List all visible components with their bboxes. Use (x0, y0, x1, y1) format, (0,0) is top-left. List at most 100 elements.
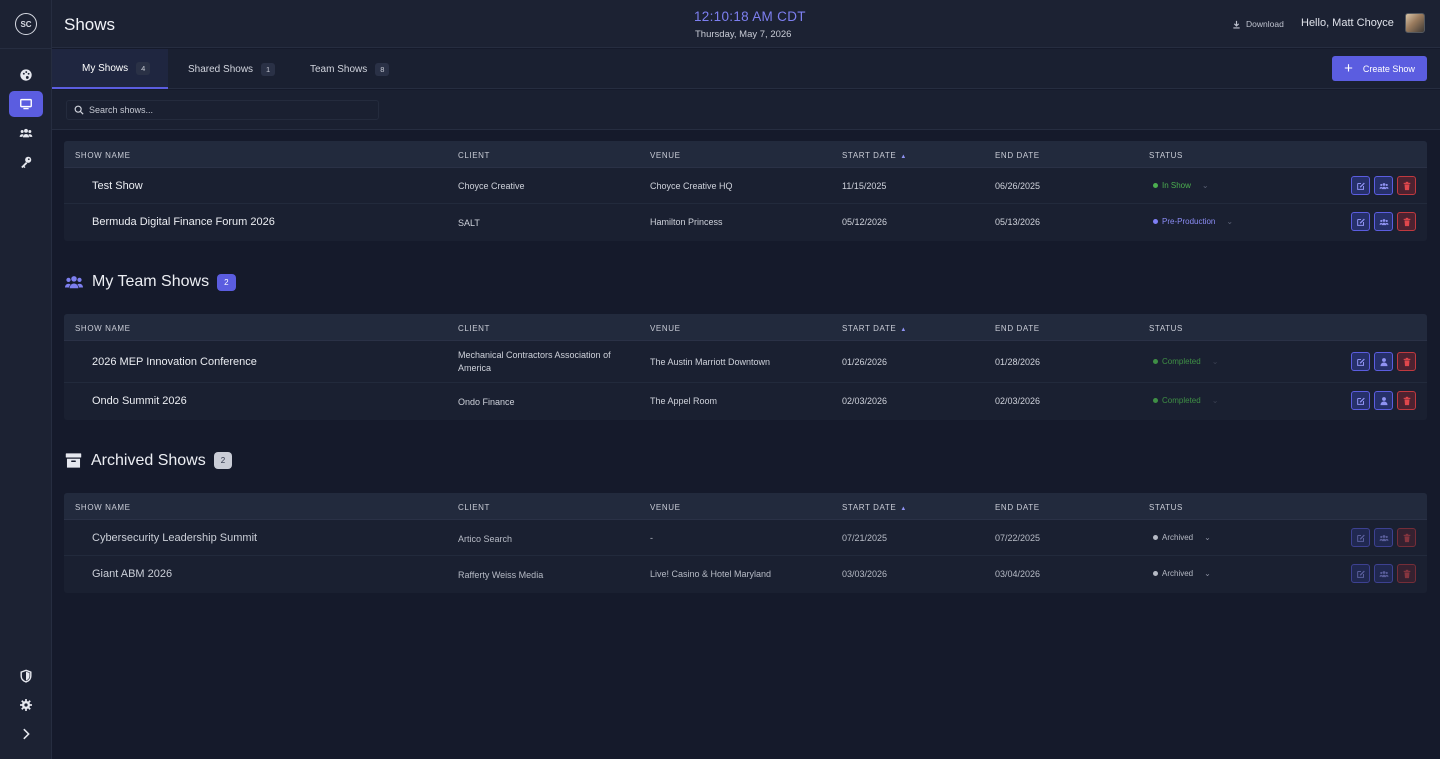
sidebar-item-shows[interactable] (9, 91, 43, 117)
tab-label: My Shows (82, 62, 129, 74)
col-venue[interactable]: VENUE (650, 324, 681, 333)
edit-button[interactable] (1351, 176, 1370, 195)
avatar[interactable] (1405, 13, 1425, 33)
sidebar-item-settings[interactable] (9, 692, 43, 718)
logo-text: SC (20, 19, 32, 29)
table-row[interactable]: Bermuda Digital Finance Forum 2026 SALT … (64, 204, 1427, 240)
edit-button[interactable] (1351, 391, 1370, 410)
user-icon (1380, 357, 1387, 366)
team-button[interactable] (1374, 528, 1393, 547)
table-row[interactable]: Test Show Choyce Creative Choyce Creativ… (64, 168, 1427, 204)
user-button[interactable] (1374, 391, 1393, 410)
col-start-date[interactable]: START DATE ▲ (842, 503, 907, 512)
team-button[interactable] (1374, 564, 1393, 583)
section-title: My Team Shows (92, 273, 210, 290)
col-client[interactable]: CLIENT (458, 503, 490, 512)
status-select[interactable]: Completed ⌄ (1153, 357, 1218, 366)
col-start-date[interactable]: START DATE ▲ (842, 324, 907, 333)
end-date: 02/03/2026 (995, 396, 1041, 406)
col-end-date[interactable]: END DATE (995, 151, 1040, 160)
col-end-date[interactable]: END DATE (995, 503, 1040, 512)
client: SALT (458, 218, 480, 228)
start-date: 07/21/2025 (842, 533, 888, 543)
col-client[interactable]: CLIENT (458, 324, 490, 333)
col-venue[interactable]: VENUE (650, 151, 681, 160)
table-header: SHOW NAME CLIENT VENUE START DATE ▲ END D… (64, 314, 1427, 341)
status-select[interactable]: Completed ⌄ (1153, 396, 1218, 405)
table-row[interactable]: Cybersecurity Leadership Summit Artico S… (64, 520, 1427, 556)
delete-button[interactable] (1397, 528, 1416, 547)
col-show-name[interactable]: SHOW NAME (75, 151, 131, 160)
sort-up-icon: ▲ (900, 327, 907, 333)
venue: The Appel Room (650, 396, 718, 406)
search-input[interactable]: Search shows... (66, 100, 379, 120)
delete-button[interactable] (1397, 352, 1416, 371)
monitor-icon (20, 98, 32, 110)
edit-button[interactable] (1351, 212, 1370, 231)
tab-my-shows[interactable]: My Shows 4 (52, 49, 168, 89)
status-select[interactable]: In Show ⌄ (1153, 181, 1209, 190)
table-row[interactable]: 2026 MEP Innovation Conference Mechanica… (64, 341, 1427, 383)
user-button[interactable] (1374, 352, 1393, 371)
status-select[interactable]: Pre-Production ⌄ (1153, 217, 1233, 226)
edit-button[interactable] (1351, 528, 1370, 547)
show-name[interactable]: Ondo Summit 2026 (92, 395, 187, 407)
col-client[interactable]: CLIENT (458, 151, 490, 160)
show-name[interactable]: 2026 MEP Innovation Conference (92, 356, 257, 368)
my-shows-table: SHOW NAME CLIENT VENUE START DATE ▲ END D… (64, 141, 1427, 241)
tab-team-shows[interactable]: Team Shows 8 (290, 49, 410, 89)
col-venue[interactable]: VENUE (650, 503, 681, 512)
delete-button[interactable] (1397, 391, 1416, 410)
venue: Choyce Creative HQ (650, 181, 733, 191)
search-placeholder: Search shows... (89, 105, 154, 115)
status-dot (1153, 535, 1158, 540)
team-button[interactable] (1374, 212, 1393, 231)
show-name[interactable]: Giant ABM 2026 (92, 568, 172, 580)
team-button[interactable] (1374, 176, 1393, 195)
show-name[interactable]: Test Show (92, 180, 143, 192)
delete-button[interactable] (1397, 564, 1416, 583)
team-shows-heading: My Team Shows 2 (64, 272, 236, 292)
col-status[interactable]: STATUS (1149, 503, 1183, 512)
col-show-name[interactable]: SHOW NAME (75, 503, 131, 512)
edit-button[interactable] (1351, 352, 1370, 371)
clock: 12:10:18 AM CDT (694, 9, 806, 24)
delete-button[interactable] (1397, 212, 1416, 231)
show-name[interactable]: Cybersecurity Leadership Summit (92, 532, 257, 544)
key-icon (21, 156, 32, 169)
current-date: Thursday, May 7, 2026 (695, 29, 792, 40)
row-actions (1351, 352, 1416, 371)
table-row[interactable]: Giant ABM 2026 Rafferty Weiss Media Live… (64, 556, 1427, 592)
tab-count: 8 (375, 62, 390, 76)
edit-icon (1356, 397, 1365, 405)
download-button[interactable]: Download (1232, 16, 1284, 32)
delete-button[interactable] (1397, 176, 1416, 195)
col-status[interactable]: STATUS (1149, 324, 1183, 333)
table-row[interactable]: Ondo Summit 2026 Ondo Finance The Appel … (64, 383, 1427, 419)
col-start-date-label: START DATE (842, 503, 897, 512)
app-logo[interactable]: SC (15, 13, 37, 35)
sidebar-expand-button[interactable] (9, 721, 43, 747)
edit-button[interactable] (1351, 564, 1370, 583)
status-label: Archived (1162, 533, 1194, 542)
col-show-name[interactable]: SHOW NAME (75, 324, 131, 333)
edit-icon (1356, 534, 1365, 542)
status-select[interactable]: Archived ⌄ (1153, 569, 1211, 578)
sidebar-item-dashboard[interactable] (9, 62, 43, 88)
sidebar-item-teams[interactable] (9, 120, 43, 146)
status-dot (1153, 571, 1158, 576)
col-status[interactable]: STATUS (1149, 151, 1183, 160)
sidebar-item-keys[interactable] (9, 149, 43, 175)
row-actions (1351, 391, 1416, 410)
sidebar-item-security[interactable] (9, 663, 43, 689)
create-show-button[interactable]: + Create Show (1332, 56, 1427, 81)
users-icon (65, 276, 83, 289)
col-end-date[interactable]: END DATE (995, 324, 1040, 333)
tab-shared-shows[interactable]: Shared Shows 1 (168, 49, 288, 89)
status-label: Pre-Production (1162, 217, 1216, 226)
status-select[interactable]: Archived ⌄ (1153, 533, 1211, 542)
archived-shows-table: SHOW NAME CLIENT VENUE START DATE ▲ END D… (64, 493, 1427, 593)
search-bar-area: Search shows... (52, 90, 1440, 130)
col-start-date[interactable]: START DATE ▲ (842, 151, 907, 160)
show-name[interactable]: Bermuda Digital Finance Forum 2026 (92, 216, 275, 228)
